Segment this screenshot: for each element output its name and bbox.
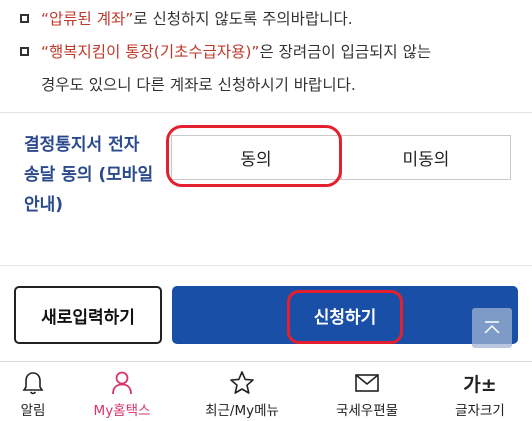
disagree-button[interactable]: 미동의: [341, 135, 511, 180]
tab-label: 알림: [20, 403, 46, 419]
notice-highlight: “압류된 계좌”: [41, 10, 134, 28]
notice-row-1: “압류된 계좌”로 신청하지 않도록 주의바랍니다.: [20, 8, 353, 30]
annotation-circle: [166, 125, 342, 187]
envelope-icon: [355, 374, 379, 392]
tab-recent-menu[interactable]: 최근/My메뉴: [178, 362, 306, 421]
annotation-circle: [287, 290, 403, 344]
tab-text-size[interactable]: 가± 글자크기: [428, 362, 532, 421]
person-icon: [112, 371, 132, 395]
notice-highlight: “행복지킴이 통장(기초수급자용)”: [41, 43, 260, 61]
consent-label: 결정통지서 전자송달 동의 (모바일 안내): [24, 135, 154, 215]
tab-label: My홈택스: [93, 403, 151, 419]
action-buttons: 새로입력하기 신청하기: [0, 265, 532, 361]
notice-row-2: “행복지킴이 통장(기초수급자용)”은 장려금이 입금되지 않는: [20, 41, 431, 63]
tab-my-hometax[interactable]: My홈택스: [66, 362, 178, 421]
chevron-up-icon: [484, 321, 500, 334]
scroll-top-button[interactable]: [472, 308, 512, 348]
bullet-square-icon: [20, 47, 29, 56]
bell-icon: [22, 372, 44, 395]
notice-text: 은 장려금이 입금되지 않는: [259, 43, 432, 61]
text-size-icon: 가±: [463, 373, 497, 396]
reset-button[interactable]: 새로입력하기: [14, 286, 162, 344]
consent-section: 결정통지서 전자송달 동의 (모바일 안내) 동의 미동의: [0, 112, 532, 265]
notice-section: “압류된 계좌”로 신청하지 않도록 주의바랍니다. “행복지킴이 통장(기초수…: [0, 0, 532, 112]
tab-label: 국세우편물: [335, 403, 399, 419]
notice-text: 로 신청하지 않도록 주의바랍니다.: [133, 10, 353, 28]
bottom-tab-bar: 알림 My홈택스 최근/My메뉴 국세우편물 가± 글자크기: [0, 361, 532, 421]
tab-label: 최근/My메뉴: [205, 403, 279, 419]
tab-alerts[interactable]: 알림: [0, 362, 66, 421]
notice-row-3: 경우도 있으니 다른 계좌로 신청하시기 바랍니다.: [41, 76, 356, 94]
star-icon: [230, 371, 254, 394]
bullet-square-icon: [20, 14, 29, 23]
tab-tax-mail[interactable]: 국세우편물: [306, 362, 428, 421]
tab-label: 글자크기: [455, 403, 505, 419]
